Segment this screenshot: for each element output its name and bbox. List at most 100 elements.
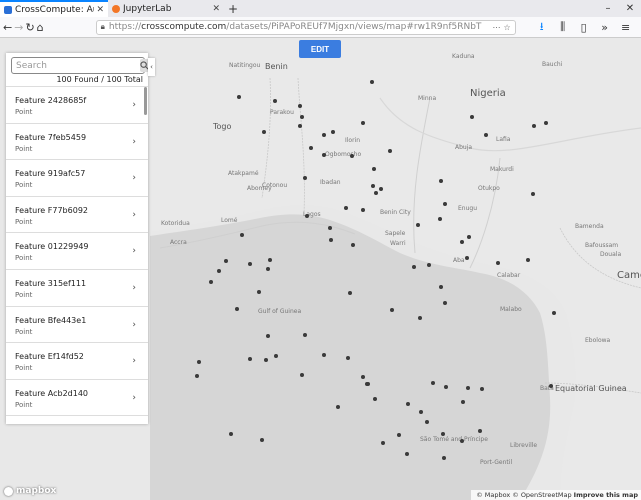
bookmark-star-icon[interactable]: ☆ [503,23,510,32]
map-point-marker[interactable] [388,149,392,153]
map-point-marker[interactable] [465,256,469,260]
map-point-marker[interactable] [419,410,423,414]
map-point-marker[interactable] [372,167,376,171]
map-point-marker[interactable] [460,240,464,244]
map-point-marker[interactable] [266,334,270,338]
feature-list[interactable]: Feature 2428685f Point › Feature 7feb5459 P… [6,86,148,424]
map-point-marker[interactable] [427,263,431,267]
map-point-marker[interactable] [361,375,365,379]
map-point-marker[interactable] [298,124,302,128]
list-item[interactable]: Feature Ef14fd52 Point › [6,343,148,380]
map-point-marker[interactable] [300,115,304,119]
list-item[interactable]: Feature Bfe443e1 Point › [6,307,148,344]
tab-crosscompute[interactable]: CrossCompute: Automat ✕ [0,0,108,17]
reload-icon[interactable]: ↻ [25,19,34,35]
map-point-marker[interactable] [374,191,378,195]
map-point-marker[interactable] [425,420,429,424]
map-point-marker[interactable] [439,179,443,183]
map-point-marker[interactable] [444,385,448,389]
map-point-marker[interactable] [466,386,470,390]
map-point-marker[interactable] [441,432,445,436]
map-point-marker[interactable] [229,432,233,436]
menu-icon[interactable]: ≡ [618,19,634,35]
map-point-marker[interactable] [257,290,261,294]
mapbox-logo[interactable]: mapbox [4,486,56,496]
map-point-marker[interactable] [303,176,307,180]
sidebar-icon[interactable]: ▯ [576,19,592,35]
map-point-marker[interactable] [248,262,252,266]
map-point-marker[interactable] [416,223,420,227]
map-point-marker[interactable] [461,400,465,404]
map-point-marker[interactable] [478,429,482,433]
map-point-marker[interactable] [262,130,266,134]
map-point-marker[interactable] [322,133,326,137]
list-item[interactable]: Feature 2428685f Point › [6,87,148,124]
page-actions-icon[interactable]: ⋯ [492,23,500,32]
map-point-marker[interactable] [442,456,446,460]
map-point-marker[interactable] [484,133,488,137]
map-point-marker[interactable] [443,202,447,206]
map-point-marker[interactable] [370,80,374,84]
map-point-marker[interactable] [266,267,270,271]
map-point-marker[interactable] [406,402,410,406]
map-point-marker[interactable] [329,238,333,242]
map-point-marker[interactable] [405,452,409,456]
map-point-marker[interactable] [348,291,352,295]
map-point-marker[interactable] [418,316,422,320]
close-window-icon[interactable]: ✕ [619,0,641,17]
map-point-marker[interactable] [351,243,355,247]
tab-jupyterlab[interactable]: JupyterLab ✕ [108,0,224,17]
map-point-marker[interactable] [361,208,365,212]
map-point-marker[interactable] [544,121,548,125]
collapse-panel-button[interactable]: ‹ [148,58,155,76]
attribution-osm-link[interactable]: © OpenStreetMap [512,491,571,499]
close-tab-icon[interactable]: ✕ [212,4,220,14]
map-point-marker[interactable] [322,153,326,157]
map-point-marker[interactable] [248,357,252,361]
map-point-marker[interactable] [195,374,199,378]
map-point-marker[interactable] [496,261,500,265]
map-point-marker[interactable] [381,441,385,445]
map-point-marker[interactable] [209,280,213,284]
map-point-marker[interactable] [264,358,268,362]
map-point-marker[interactable] [480,387,484,391]
list-item[interactable]: Feature 7feb5459 Point › [6,124,148,161]
map-point-marker[interactable] [532,124,536,128]
map-point-marker[interactable] [309,146,313,150]
map-point-marker[interactable] [274,354,278,358]
map-point-marker[interactable] [346,356,350,360]
map-point-marker[interactable] [438,217,442,221]
map-point-marker[interactable] [366,382,370,386]
map-point-marker[interactable] [300,373,304,377]
map-point-marker[interactable] [379,187,383,191]
map-point-marker[interactable] [470,115,474,119]
map-point-marker[interactable] [273,99,277,103]
map-point-marker[interactable] [361,121,365,125]
map-point-marker[interactable] [298,104,302,108]
map-point-marker[interactable] [322,353,326,357]
map-point-marker[interactable] [344,206,348,210]
list-item[interactable]: Feature F77b6092 Point › [6,197,148,234]
map-point-marker[interactable] [397,433,401,437]
list-item[interactable]: Feature 315ef111 Point › [6,270,148,307]
map-point-marker[interactable] [431,381,435,385]
download-icon[interactable]: ⭳ [534,19,550,35]
map-point-marker[interactable] [224,259,228,263]
list-item[interactable]: Feature 919afc57 Point › [6,160,148,197]
map-point-marker[interactable] [467,235,471,239]
map-point-marker[interactable] [549,384,553,388]
attribution-mapbox-link[interactable]: © Mapbox [476,491,510,499]
map-point-marker[interactable] [235,307,239,311]
map-point-marker[interactable] [217,269,221,273]
map-point-marker[interactable] [331,130,335,134]
new-tab-button[interactable]: + [224,0,242,17]
map-point-marker[interactable] [260,438,264,442]
map-point-marker[interactable] [531,192,535,196]
map-point-marker[interactable] [526,258,530,262]
map-point-marker[interactable] [268,258,272,262]
map-point-marker[interactable] [328,226,332,230]
map-point-marker[interactable] [197,360,201,364]
map-point-marker[interactable] [336,405,340,409]
map-point-marker[interactable] [439,285,443,289]
list-item[interactable]: Feature Acb2d140 Point › [6,380,148,417]
